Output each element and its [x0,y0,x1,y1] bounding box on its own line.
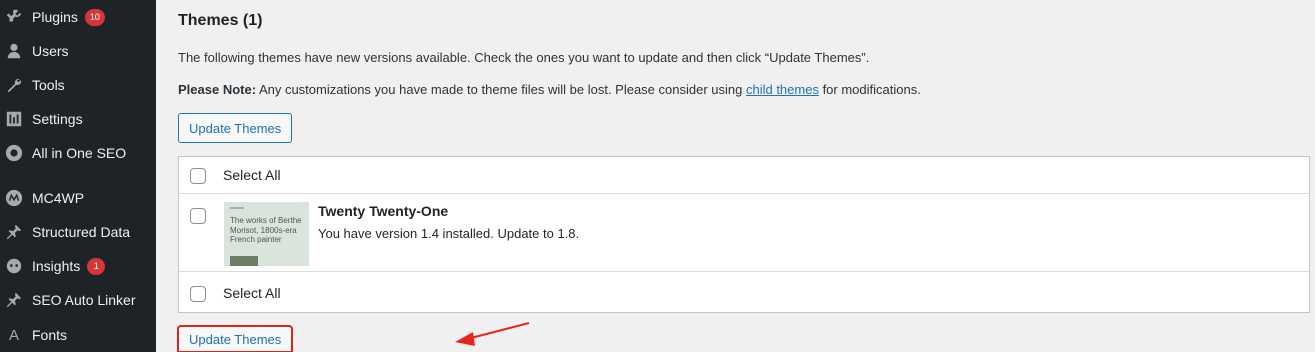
sidebar-item-tools[interactable]: Tools [0,68,156,102]
page-title: Themes (1) [178,12,263,29]
aioseo-icon [4,143,24,163]
select-all-checkbox-bottom[interactable] [190,286,206,302]
row-divider [179,193,1309,194]
child-themes-link[interactable]: child themes [746,82,819,97]
sidebar-item-label: Settings [32,111,83,127]
theme-checkbox[interactable] [190,208,206,224]
sidebar-item-label: Tools [32,77,65,93]
intro-text: The following themes have new versions a… [178,50,870,65]
themes-table: Select All The works of Berthe Morisot, … [178,156,1310,313]
annotation-arrow-icon [455,322,530,346]
sidebar-item-label: Users [32,43,69,59]
mc4wp-icon [4,188,24,208]
plugin-icon [4,7,24,27]
pin-icon [4,290,24,310]
sidebar-item-label: MC4WP [32,190,85,206]
theme-name: Twenty Twenty-One [318,203,449,219]
note-text-after: for modifications. [818,82,921,97]
theme-screenshot-text: The works of Berthe Morisot, 1800s-era F… [230,216,302,244]
theme-version-info: You have version 1.4 installed. Update t… [318,226,580,241]
note-text: Please Note: Any customizations you have… [178,82,921,97]
select-all-checkbox-top[interactable] [190,168,206,184]
sidebar-item-label: All in One SEO [32,145,127,161]
main-content: Themes (1) The following themes have new… [156,0,1315,352]
sidebar-item-insights[interactable]: Insights 1 [0,249,156,283]
theme-screenshot: The works of Berthe Morisot, 1800s-era F… [224,202,309,266]
sidebar-item-users[interactable]: Users [0,34,156,68]
sidebar-item-seo-auto-linker[interactable]: SEO Auto Linker [0,283,156,317]
sidebar-item-mc4wp[interactable]: MC4WP [0,181,156,215]
settings-icon [4,109,24,129]
note-label: Please Note: [178,82,257,97]
select-all-label-bottom[interactable]: Select All [223,285,281,301]
sidebar-item-label: Structured Data [32,224,131,240]
sidebar-item-label: Fonts [32,327,68,343]
sidebar-item-label: Plugins [32,9,78,25]
font-icon: A [8,326,19,344]
pin-icon [4,222,24,242]
wrench-icon [4,75,24,95]
plugins-update-badge: 10 [84,8,105,26]
sidebar-item-label: Insights [32,258,81,274]
note-text-before: Any customizations you have made to them… [256,82,746,97]
update-themes-button-top[interactable]: Update Themes [178,113,293,143]
users-icon [4,41,24,61]
sidebar-item-fonts[interactable]: A Fonts [0,318,156,352]
row-divider [179,271,1309,272]
admin-sidebar: Plugins 10 Users Tools Settings All in O… [0,0,156,352]
sidebar-item-structured-data[interactable]: Structured Data [0,215,156,249]
sidebar-item-label: SEO Auto Linker [32,292,136,308]
insights-icon [4,256,24,276]
update-themes-button-bottom[interactable]: Update Themes [176,325,294,352]
select-all-label-top[interactable]: Select All [223,167,281,183]
sidebar-item-settings[interactable]: Settings [0,102,156,136]
sidebar-item-all-in-one-seo[interactable]: All in One SEO [0,136,156,170]
sidebar-item-plugins[interactable]: Plugins 10 [0,0,156,34]
insights-badge: 1 [87,257,106,275]
